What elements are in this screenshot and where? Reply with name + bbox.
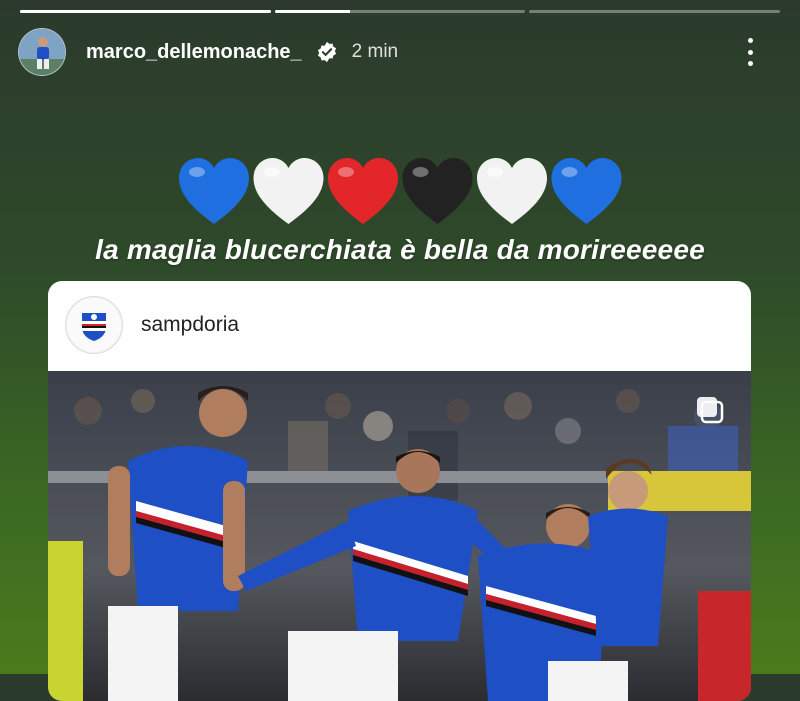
avatar-image	[19, 29, 65, 75]
shared-post-header: sampdoria	[48, 281, 751, 369]
players-celebration-image	[48, 371, 751, 701]
progress-segment	[529, 10, 781, 13]
red-heart-icon	[328, 158, 398, 224]
more-options-icon[interactable]	[746, 38, 754, 66]
verified-badge-icon	[317, 41, 336, 63]
story-caption: la maglia blucerchiata è bella da morire…	[95, 234, 705, 265]
sampdoria-logo[interactable]	[65, 296, 123, 354]
story-header: marco_dellemonache_ 2 min	[18, 28, 782, 76]
avatar[interactable]	[18, 28, 66, 76]
black-heart-icon	[402, 158, 473, 224]
white-heart-icon	[253, 158, 324, 224]
story-progress	[20, 10, 781, 13]
white-heart-icon	[477, 158, 547, 224]
progress-segment	[274, 10, 526, 13]
multiple-posts-icon	[697, 397, 724, 424]
blue-heart-icon	[551, 158, 622, 224]
progress-segment	[20, 10, 271, 13]
hearts-emoji-row	[179, 158, 622, 224]
username[interactable]: marco_dellemonache_	[86, 41, 302, 64]
post-account-name[interactable]: sampdoria	[141, 313, 239, 337]
post-time: 2 min	[351, 41, 399, 62]
post-photo[interactable]	[48, 371, 751, 701]
blue-heart-icon	[179, 158, 249, 224]
shared-post-card[interactable]: sampdoria	[48, 281, 751, 701]
